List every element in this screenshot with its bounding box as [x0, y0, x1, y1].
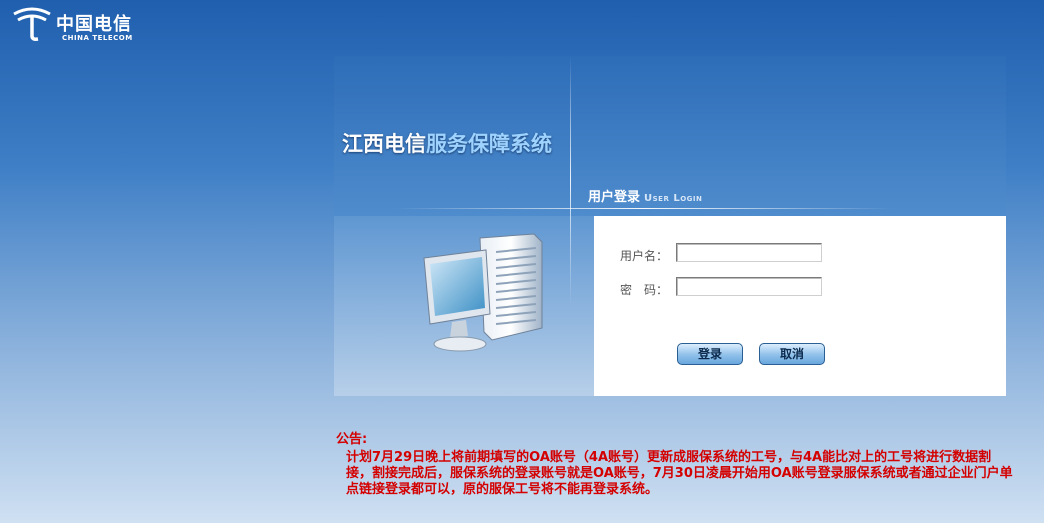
password-label: 密 码： — [620, 283, 669, 297]
announcement-title: 公告: — [336, 432, 368, 447]
username-input[interactable] — [676, 243, 822, 262]
system-title-part2: 服务保障系统 — [426, 132, 552, 156]
login-panel: 江西电信服务保障系统 用户登录User Login 用户名： 密 码： 登录 — [334, 56, 1006, 396]
password-input[interactable] — [676, 277, 822, 296]
system-title-part1: 江西电信 — [342, 132, 426, 156]
announcement-body: 计划7月29日晚上将前期填写的OA账号（4A账号）更新成服保系统的工号，与4A能… — [346, 450, 1013, 497]
announcement: 公告: 计划7月29日晚上将前期填写的OA账号（4A账号）更新成服保系统的工号，… — [336, 432, 1016, 498]
china-telecom-logo-icon — [13, 7, 51, 41]
login-title-cn: 用户登录 — [588, 190, 641, 205]
login-button[interactable]: 登录 — [677, 343, 743, 365]
system-title: 江西电信服务保障系统 — [342, 128, 552, 158]
decorative-vertical-line — [570, 56, 571, 306]
server-computer-illustration — [423, 233, 543, 352]
login-title-en: User Login — [644, 193, 703, 204]
username-label: 用户名： — [620, 249, 669, 263]
login-title: 用户登录 User Login — [588, 186, 702, 205]
china-telecom-logo: 中国电信 CHINA TELECOM — [10, 6, 170, 46]
decorative-horizontal-line — [394, 208, 894, 209]
brand-name-cn: 中国电信 — [56, 14, 132, 35]
cancel-button[interactable]: 取消 — [759, 343, 825, 365]
brand-name-en: CHINA TELECOM — [62, 34, 133, 42]
